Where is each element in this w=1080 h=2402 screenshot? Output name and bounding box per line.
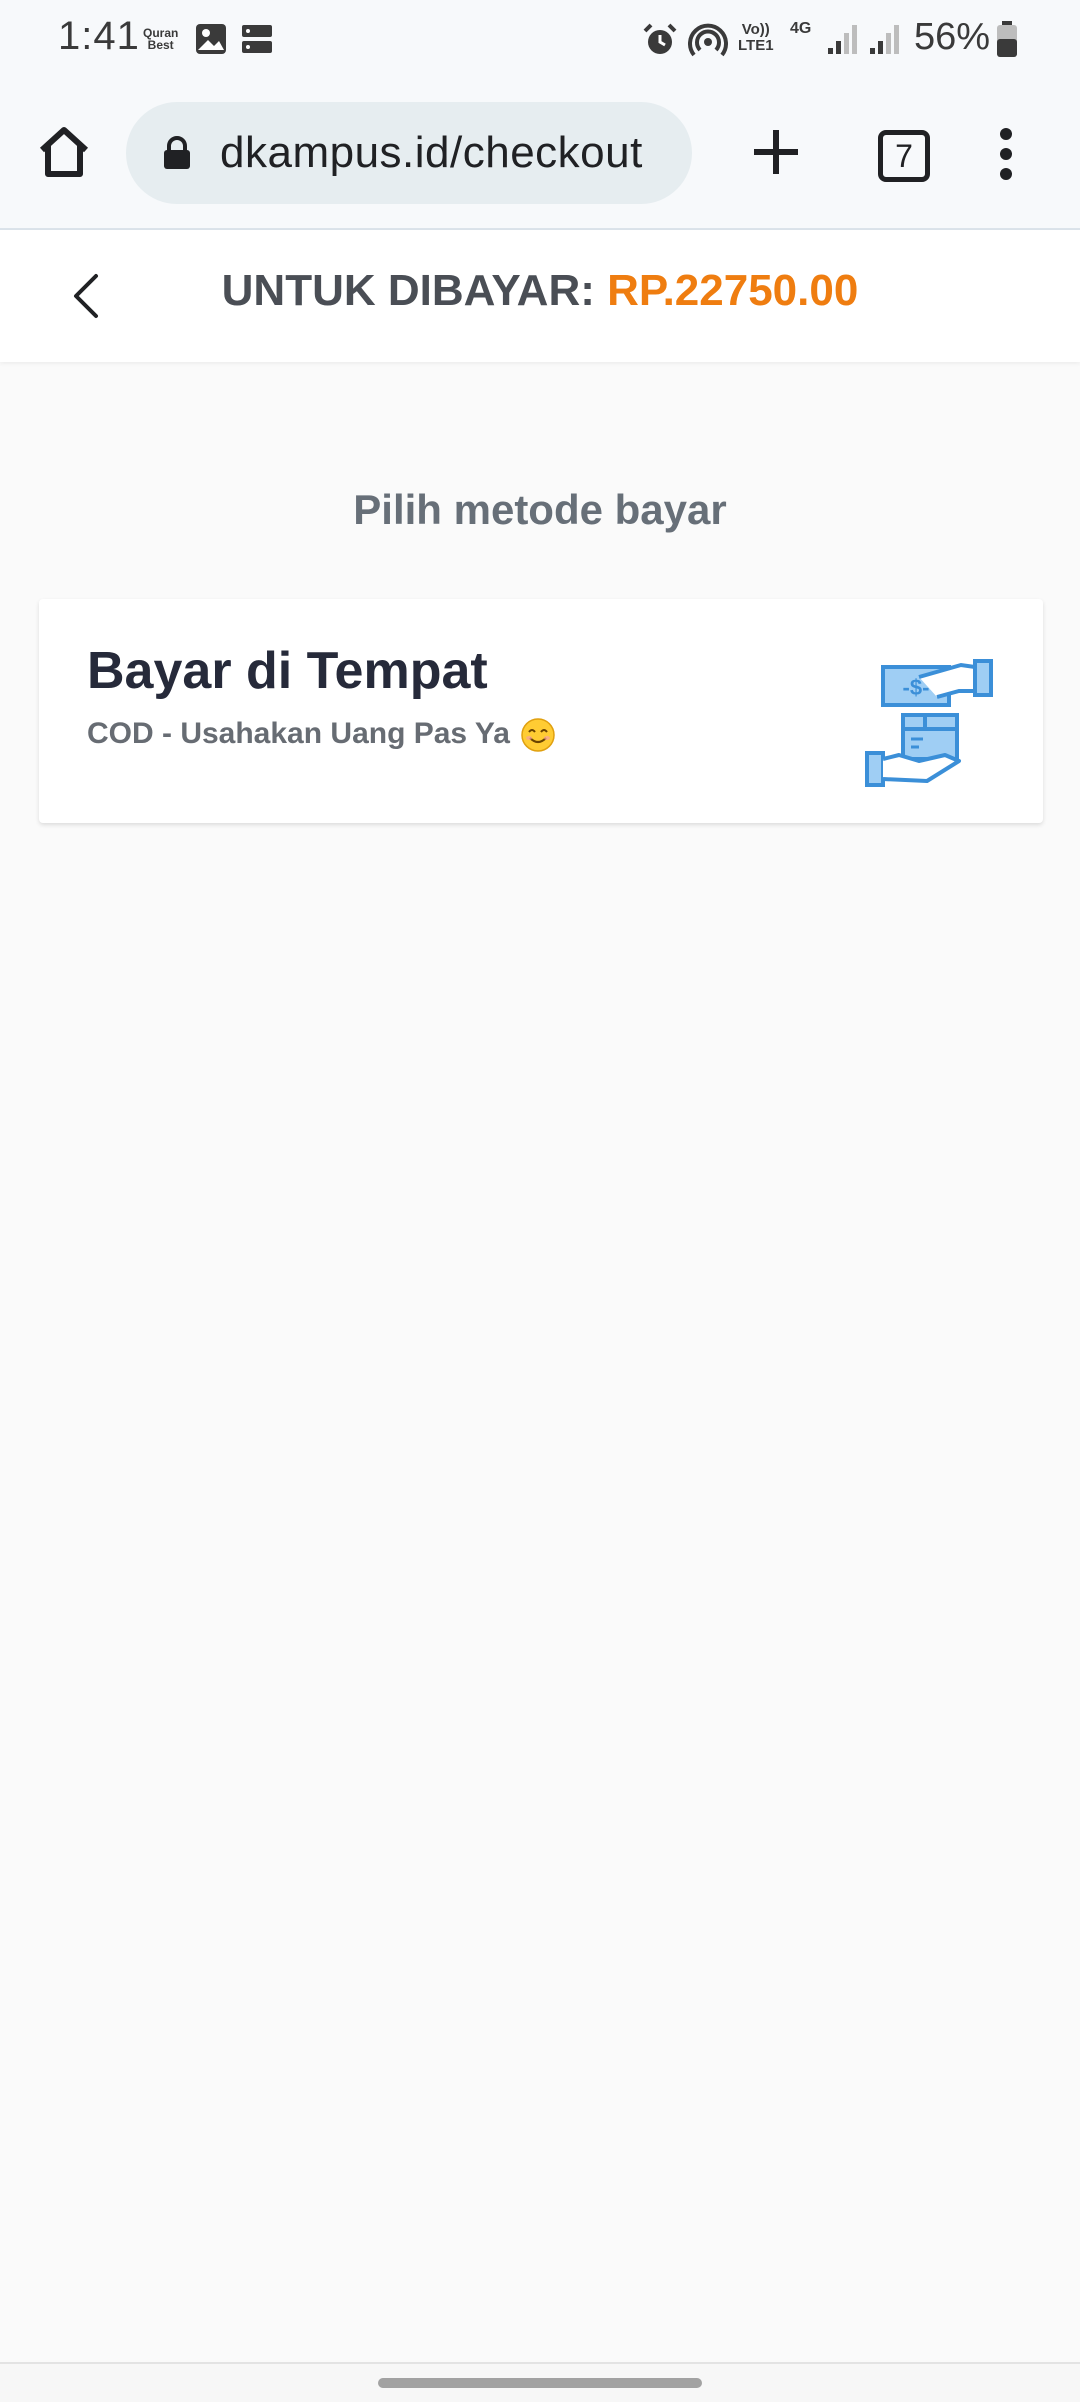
system-navigation-bar xyxy=(0,2362,1080,2402)
more-vert-icon[interactable] xyxy=(994,126,1018,182)
hotspot-icon xyxy=(688,23,728,57)
payment-method-title: Bayar di Tempat xyxy=(87,642,488,700)
status-time: 1:41 xyxy=(58,14,140,58)
home-icon[interactable] xyxy=(36,124,92,180)
amount-due-title: UNTUK DIBAYAR: RP.22750.00 xyxy=(0,266,1080,316)
amount-due-value: RP.22750.00 xyxy=(607,266,859,315)
smiling-face-emoji-icon xyxy=(521,718,555,752)
url-text[interactable]: dkampus.id/checkout xyxy=(220,128,643,178)
network-type: 4G xyxy=(790,20,812,37)
battery-percent: 56% xyxy=(914,16,991,58)
signal-icon xyxy=(828,25,857,54)
cash-on-delivery-icon: -$- xyxy=(865,659,993,787)
signal-icon xyxy=(870,25,899,54)
amount-due-label: UNTUK DIBAYAR: xyxy=(221,266,595,315)
section-title: Pilih metode bayar xyxy=(353,486,727,533)
quran-best-app-icon: Quran Best xyxy=(143,26,179,52)
status-bar: 1:41 Quran Best Vo)) LTE1 4G 56% xyxy=(0,0,1080,80)
plus-icon[interactable] xyxy=(748,124,804,180)
gesture-handle[interactable] xyxy=(378,2378,702,2388)
battery-icon xyxy=(997,21,1017,57)
storage-icon xyxy=(242,25,272,53)
volte-indicator: Vo)) LTE1 xyxy=(738,21,774,54)
alarm-icon xyxy=(643,23,677,54)
browser-toolbar: dkampus.id/checkout 7 xyxy=(0,80,1080,230)
tab-switcher-button[interactable]: 7 xyxy=(878,130,930,182)
lock-icon xyxy=(164,136,190,169)
image-icon xyxy=(196,24,226,54)
address-bar[interactable]: dkampus.id/checkout xyxy=(126,102,692,204)
payment-method-subtitle: COD - Usahakan Uang Pas Ya xyxy=(87,717,556,753)
checkout-header: UNTUK DIBAYAR: RP.22750.00 xyxy=(0,230,1080,362)
payment-method-cod[interactable]: Bayar di Tempat COD - Usahakan Uang Pas … xyxy=(39,599,1043,823)
